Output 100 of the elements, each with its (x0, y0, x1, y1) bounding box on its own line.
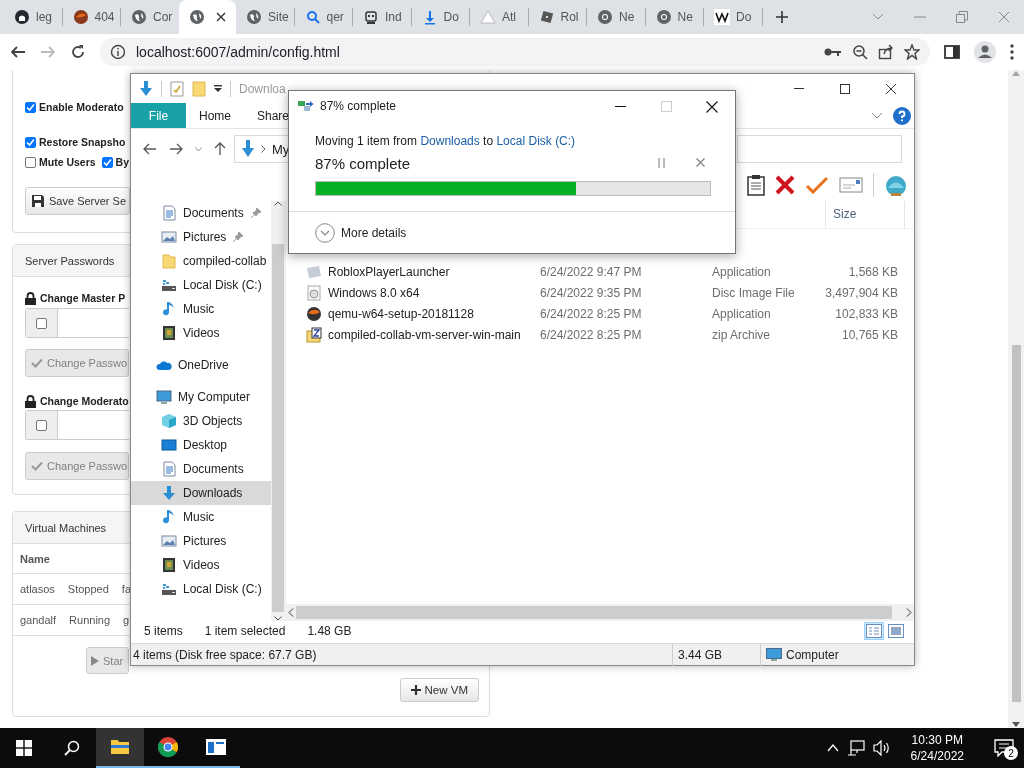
nav-item[interactable]: OneDrive (131, 353, 271, 377)
scrollbar[interactable] (271, 201, 285, 621)
delete-icon[interactable] (775, 175, 795, 195)
folder-link[interactable]: Downloads (420, 134, 480, 148)
volume-icon[interactable] (872, 740, 891, 756)
file-name[interactable]: qemu-w64-setup-20181128 (328, 306, 540, 321)
new-tab-icon[interactable] (774, 10, 789, 24)
scroll-up-icon (274, 201, 282, 206)
browser-tab[interactable]: Ind (353, 0, 411, 34)
nav-item[interactable]: Documents (131, 201, 271, 225)
column-header[interactable]: Size (825, 201, 905, 228)
option-label: Enable Moderato (39, 101, 124, 113)
minimize-icon[interactable] (614, 106, 626, 107)
check-icon[interactable] (805, 176, 829, 194)
expand-icon[interactable] (315, 223, 335, 243)
back-icon[interactable] (10, 44, 26, 60)
browser-tab[interactable]: Rol (528, 0, 586, 34)
scrollbar[interactable] (1008, 70, 1024, 728)
file-name[interactable]: compiled-collab-vm-server-win-main (328, 327, 540, 342)
chevron-down-icon[interactable] (871, 112, 883, 119)
browser-tab[interactable]: qer (294, 0, 352, 34)
chevron-down-icon[interactable] (872, 13, 884, 21)
profile-icon[interactable] (974, 41, 996, 63)
checkbox[interactable] (25, 136, 36, 148)
browser-tab[interactable]: Ne (645, 0, 703, 34)
forward-icon[interactable] (169, 143, 183, 155)
envelope-icon[interactable] (839, 177, 863, 193)
zoom-out-icon[interactable] (852, 44, 868, 60)
sidebar-icon[interactable] (944, 44, 960, 60)
close-icon[interactable] (886, 83, 896, 94)
nav-item[interactable]: Local Disk (C:) (131, 577, 271, 601)
nav-item[interactable]: 3D Objects (131, 409, 271, 433)
scrollbar[interactable] (286, 604, 914, 621)
checkbox[interactable] (25, 156, 36, 168)
more-details-link[interactable]: More details (341, 226, 407, 240)
view-button[interactable] (886, 622, 906, 640)
nav-item[interactable]: Music (131, 505, 271, 529)
checkbox[interactable] (25, 101, 36, 113)
network-icon[interactable] (846, 740, 865, 756)
nav-item[interactable]: Downloads (131, 481, 271, 505)
browser-tab[interactable]: Site (236, 0, 294, 34)
nav-item[interactable]: Music (131, 297, 271, 321)
password-field[interactable] (25, 410, 129, 440)
file-name[interactable]: Windows 8.0 x64 (328, 285, 540, 300)
browser-tab[interactable] (178, 0, 236, 34)
view-button[interactable] (864, 622, 884, 640)
key-icon[interactable] (824, 46, 842, 58)
ball-icon (306, 305, 322, 322)
password-field[interactable] (25, 308, 129, 338)
ribbon-tab[interactable]: Home (186, 103, 244, 128)
address-bar[interactable]: localhost:6007/admin/config.html (100, 38, 930, 66)
cancel-icon[interactable] (696, 158, 705, 167)
recent-icon[interactable] (195, 146, 202, 152)
clock[interactable]: 10:30 PM 6/24/2022 (898, 732, 976, 764)
file-name[interactable]: RobloxPlayerLauncher (328, 264, 540, 279)
browser-tab[interactable]: Cor (121, 0, 179, 34)
nav-item[interactable]: My Computer (131, 385, 271, 409)
browser-tab[interactable]: Do (411, 0, 469, 34)
clipboard-icon[interactable] (747, 174, 765, 196)
restore-icon[interactable] (956, 11, 968, 23)
taskbar-button[interactable] (96, 728, 144, 768)
browser-tab[interactable]: Ne (587, 0, 645, 34)
close-icon[interactable] (706, 100, 718, 113)
nav-item[interactable]: Pictures (131, 529, 271, 553)
help-icon[interactable] (893, 106, 911, 125)
up-icon[interactable] (214, 142, 226, 156)
back-icon[interactable] (143, 143, 157, 155)
info-icon[interactable] (110, 44, 126, 60)
nav-item[interactable]: Videos (131, 553, 271, 577)
star-icon[interactable] (904, 44, 920, 60)
reload-icon[interactable] (70, 44, 86, 60)
chevron-up-icon[interactable] (826, 744, 839, 752)
save-button[interactable]: Save Server Se (25, 187, 130, 215)
start-icon[interactable] (16, 740, 32, 756)
browser-tab[interactable]: Atl (470, 0, 528, 34)
dropdown-icon[interactable] (214, 84, 222, 93)
checkbox[interactable] (101, 156, 113, 168)
maximize-icon[interactable] (840, 83, 850, 94)
breadcrumb[interactable]: My (272, 141, 290, 157)
notifications-button[interactable]: 2 (984, 728, 1024, 768)
search-field[interactable] (737, 135, 902, 163)
file-type: Application (712, 264, 772, 279)
nav-item[interactable]: Videos (131, 321, 271, 345)
menu-icon[interactable] (1010, 44, 1014, 60)
nav-item[interactable]: Local Disk (C:) (131, 273, 271, 297)
search-icon[interactable] (64, 740, 80, 756)
browser-tab[interactable]: leg (4, 0, 62, 34)
nav-item[interactable]: Desktop (131, 433, 271, 457)
shell-icon[interactable] (884, 173, 908, 197)
nav-item[interactable]: Documents (131, 457, 271, 481)
new-vm-button[interactable]: New VM (399, 678, 479, 702)
browser-tab[interactable]: Do (704, 0, 762, 34)
download-icon[interactable] (139, 80, 153, 97)
nav-item[interactable]: compiled-collab (131, 249, 271, 273)
folder-link[interactable]: Local Disk (C:) (496, 134, 576, 148)
save-icon (31, 194, 45, 208)
nav-item[interactable]: Pictures (131, 225, 271, 249)
share-icon[interactable] (878, 44, 894, 60)
browser-tab[interactable]: 404 (62, 0, 120, 34)
close-icon[interactable] (216, 12, 226, 22)
